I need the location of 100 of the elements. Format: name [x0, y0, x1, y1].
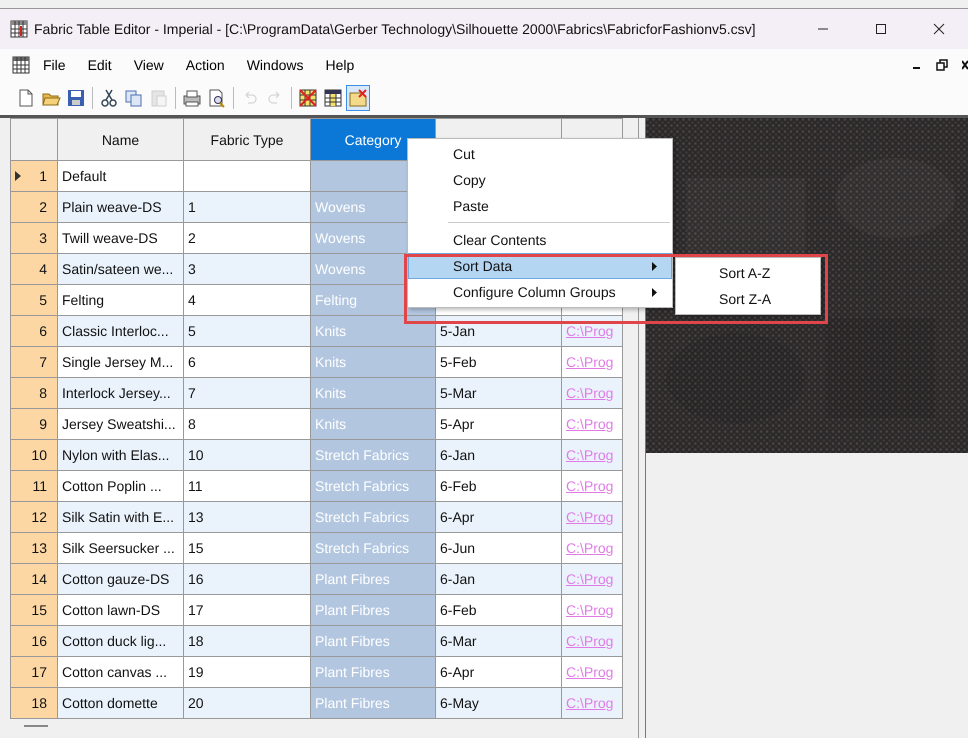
table-cell: Knits	[315, 416, 346, 432]
table-cell: 5-Apr	[440, 416, 474, 432]
table-cell: Cotton duck lig...	[62, 633, 166, 649]
row-number: 3	[39, 230, 47, 246]
row-header[interactable]: 7	[10, 346, 58, 378]
row-number: 7	[39, 354, 47, 370]
table-cell: Jersey Sweatshi...	[62, 416, 176, 432]
table-cell: 3	[188, 261, 196, 277]
row-number: 13	[31, 540, 47, 556]
table-cell: 2	[188, 230, 196, 246]
table-cell: 5-Feb	[440, 354, 477, 370]
row-header[interactable]: 17	[10, 656, 58, 688]
menu-item[interactable]: Sort A-Z	[676, 260, 820, 286]
menu-item[interactable]: View	[124, 55, 173, 75]
menu-item[interactable]: Sort Z-A	[676, 286, 820, 312]
row-header[interactable]: 18	[10, 688, 58, 718]
table-cell: 11	[188, 478, 203, 494]
row-header[interactable]: 2	[10, 192, 58, 222]
row-header[interactable]: 9	[10, 408, 58, 440]
row-number: 5	[39, 292, 47, 308]
table-cell: 10	[188, 447, 204, 463]
menu-item[interactable]: Clear Contents	[408, 227, 672, 253]
close-icon	[933, 23, 945, 35]
table-cell: 8	[188, 416, 196, 432]
table-cell: Cotton Poplin ...	[62, 478, 162, 494]
crossed-note-icon	[348, 88, 368, 108]
row-number: 16	[31, 633, 47, 649]
table-cell: Cotton canvas ...	[62, 664, 168, 680]
row-number: 11	[32, 478, 47, 494]
table-cell: Silk Seersucker ...	[62, 540, 175, 556]
menu-item[interactable]: Paste	[408, 193, 672, 219]
row-number: 2	[39, 199, 47, 215]
menu-item[interactable]: Configure Column Groups	[408, 279, 672, 305]
table-cell: 1	[188, 199, 196, 215]
table-cell: Stretch Fabrics	[315, 509, 410, 525]
clipboard-icon	[149, 88, 169, 108]
row-header[interactable]: 8	[10, 378, 58, 408]
table-cell: 4	[188, 292, 196, 308]
table-cell: Plant Fibres	[315, 602, 390, 618]
table-cell: Plant Fibres	[315, 571, 390, 587]
menu-item[interactable]: File	[34, 55, 75, 75]
row-header[interactable]: 3	[10, 222, 58, 254]
row-header[interactable]: 5	[10, 284, 58, 316]
row-number: 18	[31, 695, 47, 711]
restore-icon[interactable]	[936, 59, 948, 71]
window-title: Fabric Table Editor - Imperial - [C:\ProgramData\Gerber Technology\Silhouette 2000\Fabrics\FabricforFashionv5.csv]	[34, 21, 756, 37]
row-header[interactable]: 13	[10, 532, 58, 564]
column-header[interactable]: Name	[58, 118, 184, 160]
submenu-arrow-icon	[652, 288, 657, 296]
table-cell: Stretch Fabrics	[315, 540, 410, 556]
table-cell: Felting	[315, 292, 358, 308]
table-cell: 6-May	[440, 695, 479, 711]
table-cell: 15	[188, 540, 204, 556]
app-icon	[10, 20, 28, 38]
table-cell: 6-Jun	[440, 540, 476, 556]
table-cell: Plant Fibres	[315, 633, 390, 649]
table-cell: 13	[188, 509, 204, 525]
table-cell: Single Jersey M...	[62, 354, 174, 370]
table-cell: 16	[188, 571, 204, 587]
row-number: 10	[31, 447, 47, 463]
maximize-icon	[875, 23, 887, 35]
table-cell: 6-Jan	[440, 571, 476, 587]
row-header[interactable]: 4	[10, 254, 58, 284]
menu-item[interactable]: Copy	[408, 167, 672, 193]
table-cell: Knits	[315, 323, 346, 339]
table-cell: Felting	[62, 292, 104, 308]
table-cell: 6-Jan	[440, 447, 476, 463]
table-cell: 18	[188, 633, 204, 649]
row-number: 12	[31, 509, 47, 525]
table-cell: Wovens	[315, 261, 366, 277]
row-header[interactable]: 14	[10, 564, 58, 594]
row-header[interactable]: 15	[10, 594, 58, 626]
menu-item[interactable]: Help	[316, 55, 364, 75]
row-header[interactable]: 10	[10, 440, 58, 470]
scroll-thumb[interactable]	[24, 725, 48, 727]
table-cell: 6-Mar	[440, 633, 477, 649]
table-cell: 6	[188, 354, 196, 370]
row-header[interactable]: 6	[10, 316, 58, 346]
row-number: 14	[31, 571, 47, 587]
row-header[interactable]: 1	[10, 160, 58, 192]
row-header[interactable]: 12	[10, 502, 58, 532]
table-cell: Interlock Jersey...	[62, 385, 171, 401]
table-cell: Nylon with Elas...	[62, 447, 170, 463]
table-cell: 5	[188, 323, 196, 339]
table-cell: Satin/sateen we...	[62, 261, 174, 277]
table-cell: Default	[62, 168, 106, 184]
row-number: 1	[39, 168, 47, 184]
row-number: 4	[39, 261, 47, 277]
menu-item[interactable]: Windows	[238, 55, 312, 75]
table-cell: Classic Interloc...	[62, 323, 169, 339]
table-cell: 6-Feb	[440, 478, 477, 494]
table-cell: Cotton gauze-DS	[62, 571, 170, 587]
table-cell: Stretch Fabrics	[315, 447, 410, 463]
menu-item[interactable]: Action	[176, 55, 234, 75]
row-header[interactable]: 11	[10, 470, 58, 502]
table-cell: Stretch Fabrics	[315, 478, 410, 494]
menu-item[interactable]: Edit	[78, 55, 121, 75]
close-icon[interactable]	[962, 60, 968, 70]
column-header[interactable]: Fabric Type	[184, 118, 310, 160]
row-header[interactable]: 16	[10, 626, 58, 656]
